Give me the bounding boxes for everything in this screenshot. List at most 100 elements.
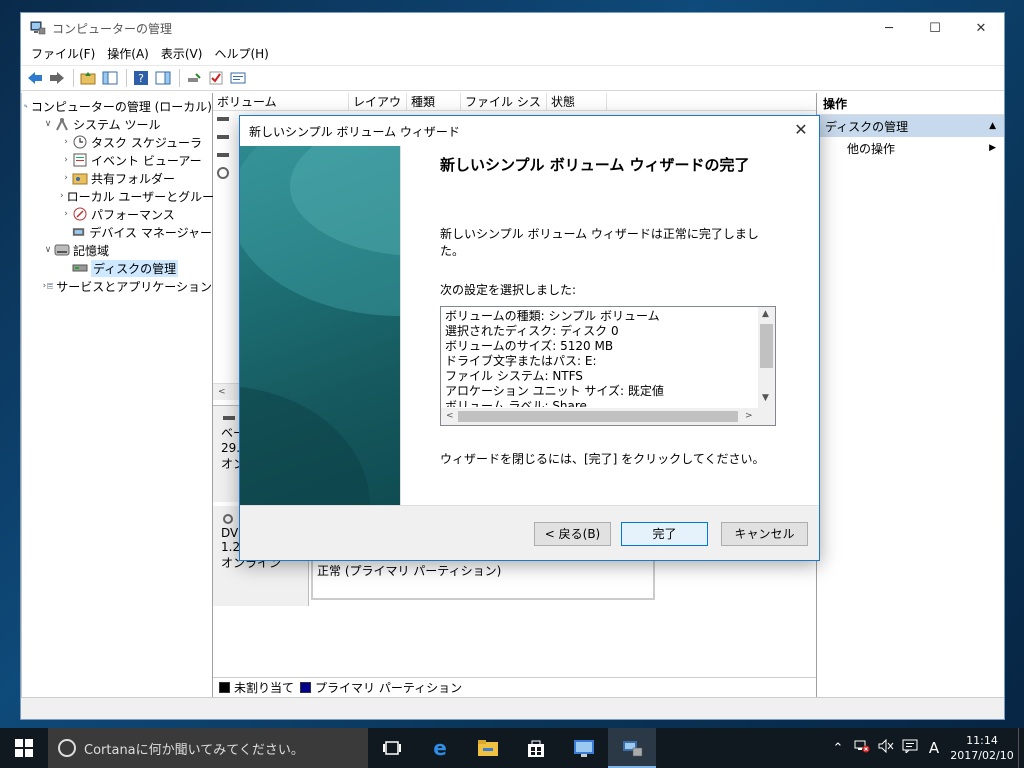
menu-view[interactable]: 表示(V) xyxy=(155,43,209,65)
task-view-icon xyxy=(383,741,401,755)
actions-section-disk-management[interactable]: ディスクの管理 ▲ xyxy=(817,115,1004,137)
tree-item-event-viewer[interactable]: › イベント ビューアー xyxy=(22,151,212,169)
file-explorer-button[interactable] xyxy=(464,728,512,768)
menu-action[interactable]: 操作(A) xyxy=(101,43,155,65)
help-icon[interactable]: ? xyxy=(131,68,151,88)
dialog-footer: < 戻る(B) 完了 キャンセル xyxy=(240,505,819,560)
more-actions-item[interactable]: 他の操作 ▶ xyxy=(817,137,1004,159)
performance-icon xyxy=(73,207,87,221)
legend-primary-partition: プライマリ パーティション xyxy=(300,679,462,696)
tree-item-label: デバイス マネージャー xyxy=(89,225,212,240)
chevron-right-icon[interactable]: › xyxy=(60,137,72,147)
chevron-right-icon[interactable]: › xyxy=(60,173,72,183)
settings-horizontal-scrollbar[interactable]: < > xyxy=(441,408,775,425)
chevron-right-icon[interactable]: › xyxy=(60,209,72,219)
column-type[interactable]: 種類 xyxy=(407,93,461,110)
scrollbar-thumb[interactable] xyxy=(760,324,773,368)
column-status[interactable]: 状態 xyxy=(547,93,607,110)
tree-item-label: コンピューターの管理 (ローカル) xyxy=(30,99,212,114)
actions-header: 操作 xyxy=(817,93,1004,115)
tree-item-device-manager[interactable]: デバイス マネージャー xyxy=(22,223,212,241)
menu-bar: ファイル(F) 操作(A) 表示(V) ヘルプ(H) xyxy=(21,43,1004,65)
tree-item-performance[interactable]: › パフォーマンス xyxy=(22,205,212,223)
minimize-button[interactable]: ─ xyxy=(866,13,912,43)
up-folder-icon[interactable] xyxy=(78,68,98,88)
edge-icon: e xyxy=(433,737,447,759)
volume-row-icon[interactable] xyxy=(217,117,229,121)
check-icon[interactable] xyxy=(206,68,226,88)
maximize-button[interactable]: ☐ xyxy=(912,13,958,43)
store-button[interactable] xyxy=(512,728,560,768)
menu-help[interactable]: ヘルプ(H) xyxy=(208,43,274,65)
settings-line: 選択されたディスク: ディスク 0 xyxy=(445,324,619,338)
wizard-close-instruction: ウィザードを閉じるには、[完了] をクリックしてください。 xyxy=(440,452,765,466)
disk-icon xyxy=(223,416,235,420)
window-titlebar[interactable]: コンピューターの管理 ─ ☐ ✕ xyxy=(21,13,1004,43)
column-filesystem[interactable]: ファイル システム xyxy=(461,93,547,127)
forward-arrow-icon[interactable] xyxy=(47,68,67,88)
chevron-up-icon[interactable]: ⌃ xyxy=(826,741,850,756)
column-layout[interactable]: レイアウト xyxy=(349,93,407,127)
action-center-icon[interactable] xyxy=(898,739,922,757)
cd-drive-icon[interactable] xyxy=(217,167,229,179)
ime-indicator[interactable]: A xyxy=(922,739,946,757)
column-volume[interactable]: ボリューム xyxy=(213,93,349,110)
properties-icon[interactable] xyxy=(228,68,248,88)
start-button[interactable] xyxy=(0,728,48,768)
connect-icon[interactable] xyxy=(184,68,204,88)
menu-file[interactable]: ファイル(F) xyxy=(25,43,101,65)
server-manager-button[interactable] xyxy=(560,728,608,768)
network-icon[interactable] xyxy=(850,739,874,757)
svg-text:e: e xyxy=(433,737,447,759)
settings-vertical-scrollbar[interactable]: ▲ ▼ xyxy=(758,307,775,408)
clock[interactable]: 11:14 2017/02/10 xyxy=(946,733,1018,763)
legend-swatch xyxy=(219,682,230,693)
scrollbar-thumb[interactable] xyxy=(458,411,738,422)
task-scheduler-icon xyxy=(73,135,87,149)
close-button[interactable]: ✕ xyxy=(958,13,1004,43)
settings-summary-box[interactable]: ボリュームの種類: シンプル ボリューム 選択されたディスク: ディスク 0 ボリュ… xyxy=(440,306,776,426)
show-action-pane-icon[interactable] xyxy=(153,68,173,88)
show-desktop-button[interactable] xyxy=(1018,728,1024,768)
computer-management-icon xyxy=(623,741,643,757)
event-viewer-icon xyxy=(73,153,87,167)
system-tools-icon xyxy=(56,117,68,131)
task-view-button[interactable] xyxy=(368,728,416,768)
chevron-down-icon[interactable]: ∨ xyxy=(42,245,54,255)
cancel-button[interactable]: キャンセル xyxy=(721,522,808,546)
dialog-close-icon[interactable]: ✕ xyxy=(791,120,811,139)
tree-item-storage[interactable]: ∨ 記憶域 xyxy=(22,241,212,259)
chevron-down-icon[interactable]: ∨ xyxy=(42,119,54,129)
back-arrow-icon[interactable] xyxy=(25,68,45,88)
back-button[interactable]: < 戻る(B) xyxy=(534,522,611,546)
dialog-titlebar[interactable]: 新しいシンプル ボリューム ウィザード ✕ xyxy=(240,116,819,146)
tree-item-shared-folders[interactable]: › 共有フォルダー xyxy=(22,169,212,187)
edge-button[interactable]: e xyxy=(416,728,464,768)
window-title: コンピューターの管理 xyxy=(52,21,173,36)
computer-management-taskbar-button[interactable] xyxy=(608,728,656,768)
tree-item-task-scheduler[interactable]: › タスク スケジューラ xyxy=(22,133,212,151)
volume-row-icon[interactable] xyxy=(217,153,229,157)
finish-button[interactable]: 完了 xyxy=(621,522,708,546)
cortana-search-box[interactable]: Cortanaに何か聞いてみてください。 xyxy=(48,728,368,768)
tree-item-computer-management-root[interactable]: コンピューターの管理 (ローカル) xyxy=(22,97,212,115)
new-simple-volume-wizard-dialog: 新しいシンプル ボリューム ウィザード ✕ 新しいシンプル ボリューム ウィザー… xyxy=(239,115,820,561)
settings-line: ボリュームのサイズ: 5120 MB xyxy=(445,339,614,353)
speaker-muted-icon[interactable] xyxy=(874,738,898,757)
tree-item-label: 共有フォルダー xyxy=(91,171,176,186)
server-manager-icon xyxy=(574,740,594,757)
tree-item-disk-management[interactable]: ディスクの管理 xyxy=(22,259,212,277)
computer-management-root-icon xyxy=(24,104,28,108)
chevron-right-icon[interactable]: › xyxy=(60,155,72,165)
show-hide-tree-icon[interactable] xyxy=(100,68,120,88)
tree-item-services-applications[interactable]: › サービスとアプリケーション xyxy=(22,277,212,295)
device-manager-icon xyxy=(73,228,85,236)
tree-item-system-tools[interactable]: ∨ システム ツール xyxy=(22,115,212,133)
collapse-arrow-icon[interactable]: ▲ xyxy=(989,121,996,131)
tree-item-label: パフォーマンス xyxy=(91,207,175,222)
chevron-right-icon[interactable]: › xyxy=(60,191,64,201)
tree-item-local-users-groups[interactable]: › ローカル ユーザーとグループ xyxy=(22,187,225,205)
settings-line: ボリューム ラベル: Share xyxy=(445,399,587,407)
tree-item-label: サービスとアプリケーション xyxy=(56,279,212,294)
volume-row-icon[interactable] xyxy=(217,135,229,139)
